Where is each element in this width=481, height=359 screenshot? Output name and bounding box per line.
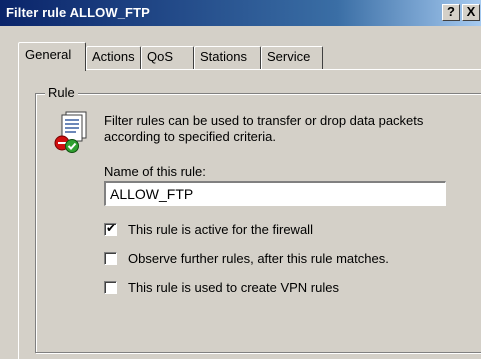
checkmark-icon: ✔ bbox=[105, 221, 117, 235]
checkbox-row-active-firewall[interactable]: ✔ This rule is active for the firewall bbox=[104, 222, 313, 237]
tab-actions[interactable]: Actions bbox=[86, 46, 141, 69]
filter-rule-document-icon bbox=[52, 110, 92, 154]
tab-service[interactable]: Service bbox=[261, 46, 323, 69]
checkbox-row-vpn-rules[interactable]: This rule is used to create VPN rules bbox=[104, 280, 339, 295]
vpn-rules-label: This rule is used to create VPN rules bbox=[128, 280, 339, 295]
active-firewall-label: This rule is active for the firewall bbox=[128, 222, 313, 237]
tab-general[interactable]: General bbox=[18, 42, 86, 71]
close-button[interactable]: X bbox=[462, 4, 480, 21]
help-button[interactable]: ? bbox=[442, 4, 460, 21]
vpn-rules-checkbox[interactable] bbox=[104, 281, 117, 294]
rule-name-label: Name of this rule: bbox=[104, 164, 206, 179]
tab-qos[interactable]: QoS bbox=[141, 46, 194, 69]
window-title: Filter rule ALLOW_FTP bbox=[6, 5, 150, 20]
active-firewall-checkbox[interactable]: ✔ bbox=[104, 221, 117, 236]
rule-description: Filter rules can be used to transfer or … bbox=[104, 113, 424, 144]
observe-further-label: Observe further rules, after this rule m… bbox=[128, 251, 389, 266]
rule-name-input[interactable] bbox=[104, 181, 446, 206]
title-bar[interactable]: Filter rule ALLOW_FTP ? X bbox=[0, 0, 481, 26]
tab-stations[interactable]: Stations bbox=[194, 46, 261, 69]
observe-further-checkbox[interactable] bbox=[104, 252, 117, 265]
checkbox-row-observe-further[interactable]: Observe further rules, after this rule m… bbox=[104, 251, 389, 266]
rule-group-legend: Rule bbox=[45, 85, 78, 100]
